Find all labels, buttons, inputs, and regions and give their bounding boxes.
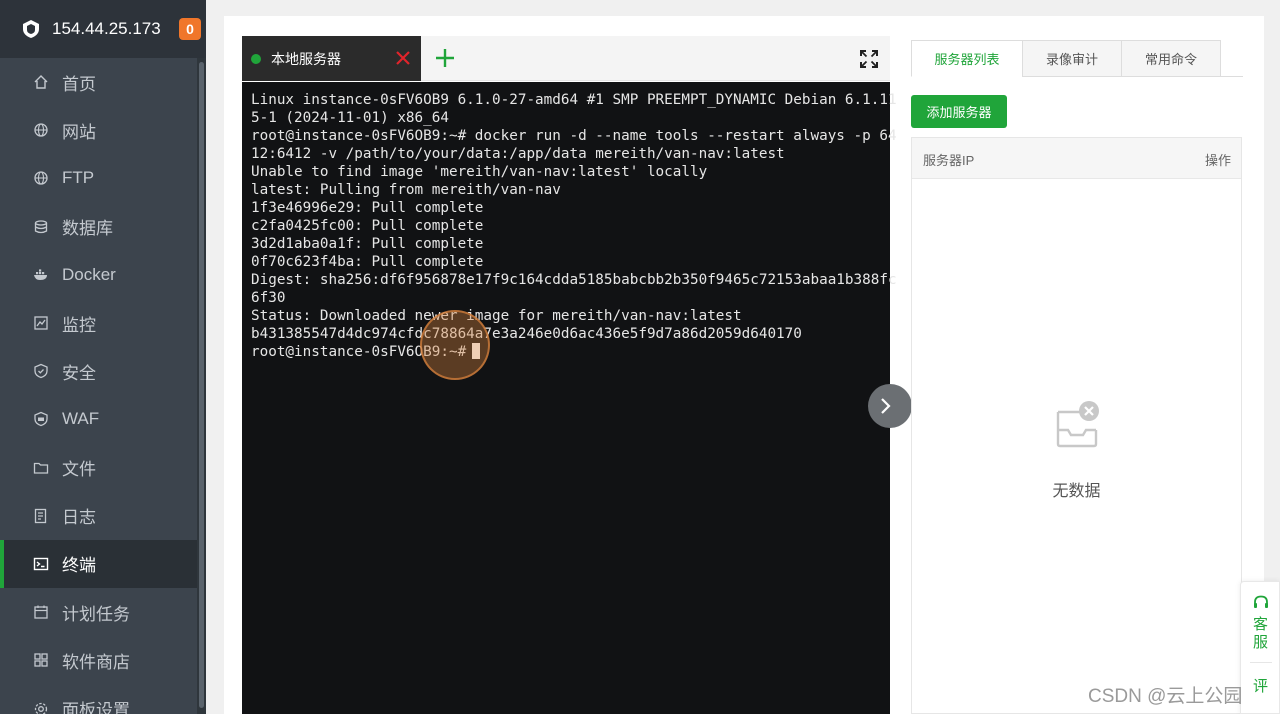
empty-data-text: 无数据 bbox=[1052, 483, 1101, 500]
terminal-icon bbox=[33, 556, 49, 572]
log-icon bbox=[33, 508, 49, 524]
terminal-line: 3d2d1aba0a1f: Pull complete bbox=[251, 236, 484, 252]
terminal-tab-label: 本地服务器 bbox=[271, 50, 341, 67]
terminal-line: 1f3e46996e29: Pull complete bbox=[251, 200, 484, 216]
server-table: 服务器IP 操作 无数据 bbox=[911, 137, 1242, 714]
terminal-line: 0f70c623f4ba: Pull complete bbox=[251, 254, 484, 270]
terminal-line: b431385547d4dc974cfdc78864a7e3a246e0d6ac… bbox=[251, 326, 802, 342]
sidebar-header: 154.44.25.173 0 bbox=[0, 0, 206, 58]
home-icon bbox=[33, 74, 49, 90]
sidebar-item-label: 面板设置 bbox=[62, 701, 130, 714]
fullscreen-icon[interactable] bbox=[859, 49, 879, 69]
sidebar-item-label: WAF bbox=[62, 409, 100, 429]
column-header-ip: 服务器IP bbox=[923, 153, 975, 168]
apps-icon bbox=[33, 652, 49, 668]
terminal-tab-local-server[interactable]: 本地服务器 bbox=[242, 36, 421, 81]
sidebar-item-ftp[interactable]: FTP bbox=[0, 154, 197, 202]
divider bbox=[1250, 662, 1272, 663]
customer-service-widget[interactable]: 客服 评 bbox=[1240, 581, 1280, 714]
sidebar-item-monitor[interactable]: 监控 bbox=[0, 299, 197, 347]
gear-icon bbox=[33, 701, 49, 714]
sidebar-item-label: 终端 bbox=[62, 556, 96, 576]
monitor-icon bbox=[33, 315, 49, 331]
panel-logo-icon bbox=[20, 18, 42, 40]
sidebar-item-waf[interactable]: WAF bbox=[0, 395, 197, 443]
tab-common-commands[interactable]: 常用命令 bbox=[1121, 40, 1221, 77]
sidebar-item-label: 软件商店 bbox=[62, 652, 130, 672]
sidebar-item-terminal[interactable]: 终端 bbox=[0, 539, 197, 589]
terminal-output[interactable]: Linux instance-0sFV6OB9 6.1.0-27-amd64 #… bbox=[242, 82, 897, 714]
folder-icon bbox=[33, 460, 49, 476]
sidebar-item-label: 计划任务 bbox=[62, 604, 130, 624]
empty-data-icon bbox=[1052, 400, 1104, 452]
expand-panel-button[interactable] bbox=[868, 384, 912, 428]
status-dot bbox=[251, 53, 261, 64]
sidebar-item-label: FTP bbox=[62, 168, 95, 188]
sidebar-item-cron[interactable]: 计划任务 bbox=[0, 588, 197, 636]
sidebar-item-security[interactable]: 安全 bbox=[0, 347, 197, 395]
globe-icon bbox=[33, 122, 49, 138]
sidebar-item-label: 文件 bbox=[62, 460, 96, 480]
terminal-line: 6f30 bbox=[251, 290, 286, 306]
sidebar: 154.44.25.173 0 首页 网站 FTP 数据库 Docker 监控 bbox=[0, 0, 206, 714]
server-panel-tabs: 服务器列表 录像审计 常用命令 bbox=[911, 40, 1243, 77]
server-ip[interactable]: 154.44.25.173 bbox=[52, 19, 161, 39]
terminal-line: root@instance-0sFV6OB9:~# docker run -d … bbox=[251, 128, 897, 144]
terminal-line: Status: Downloaded newer image for merei… bbox=[251, 308, 742, 324]
globe-icon bbox=[33, 170, 49, 186]
add-tab-icon[interactable] bbox=[434, 47, 456, 69]
sidebar-item-panel-settings[interactable]: 面板设置 bbox=[0, 684, 197, 714]
terminal-line: Linux instance-0sFV6OB9 6.1.0-27-amd64 #… bbox=[251, 92, 897, 108]
terminal-line: 12:6412 -v /path/to/your/data:/app/data … bbox=[251, 146, 785, 162]
column-header-action: 操作 bbox=[1204, 153, 1231, 168]
table-header: 服务器IP 操作 bbox=[912, 138, 1241, 179]
sidebar-item-label: 日志 bbox=[62, 508, 96, 528]
tab-server-list[interactable]: 服务器列表 bbox=[911, 40, 1023, 77]
terminal-tab-bar: 本地服务器 bbox=[242, 36, 890, 81]
sidebar-item-label: Docker bbox=[62, 264, 116, 284]
sidebar-item-database[interactable]: 数据库 bbox=[0, 203, 197, 251]
sidebar-item-label: 安全 bbox=[62, 363, 96, 383]
add-server-button[interactable]: 添加服务器 bbox=[911, 95, 1007, 128]
chevron-right-icon bbox=[874, 395, 896, 417]
sidebar-item-label: 首页 bbox=[62, 74, 96, 94]
sidebar-item-logs[interactable]: 日志 bbox=[0, 492, 197, 540]
terminal-line: Digest: sha256:df6f956878e17f9c164cdda51… bbox=[251, 272, 897, 288]
notification-badge[interactable]: 0 bbox=[179, 18, 201, 40]
terminal-line: c2fa0425fc00: Pull complete bbox=[251, 218, 484, 234]
sidebar-item-website[interactable]: 网站 bbox=[0, 106, 197, 154]
sidebar-item-label: 网站 bbox=[62, 122, 96, 142]
click-indicator bbox=[420, 310, 490, 380]
calendar-icon bbox=[33, 604, 49, 620]
terminal-line: latest: Pulling from mereith/van-nav bbox=[251, 182, 561, 198]
close-icon[interactable] bbox=[394, 49, 412, 67]
tab-recording-audit[interactable]: 录像审计 bbox=[1022, 40, 1122, 77]
sidebar-item-docker[interactable]: Docker bbox=[0, 251, 197, 299]
shield-icon bbox=[33, 363, 49, 379]
database-icon bbox=[33, 219, 49, 235]
docker-icon bbox=[33, 267, 49, 283]
terminal-line: Unable to find image 'mereith/van-nav:la… bbox=[251, 164, 708, 180]
sidebar-menu: 首页 网站 FTP 数据库 Docker 监控 安全 WAF 文件 日志 终端 … bbox=[0, 58, 197, 714]
waf-shield-icon bbox=[33, 411, 49, 427]
sidebar-item-label: 数据库 bbox=[62, 219, 113, 239]
terminal-line: 5-1 (2024-11-01) x86_64 bbox=[251, 110, 449, 126]
sidebar-item-label: 监控 bbox=[62, 315, 96, 335]
sidebar-item-home[interactable]: 首页 bbox=[0, 58, 197, 106]
watermark: CSDN @云上公园 bbox=[1088, 686, 1243, 707]
headset-icon bbox=[1252, 594, 1270, 612]
customer-service-label: 客服 bbox=[1253, 616, 1269, 651]
sidebar-scrollbar[interactable] bbox=[197, 58, 206, 714]
scrollbar-thumb[interactable] bbox=[199, 62, 204, 708]
sidebar-item-app-store[interactable]: 软件商店 bbox=[0, 636, 197, 684]
sidebar-item-files[interactable]: 文件 bbox=[0, 444, 197, 492]
review-label[interactable]: 评 bbox=[1253, 678, 1269, 696]
